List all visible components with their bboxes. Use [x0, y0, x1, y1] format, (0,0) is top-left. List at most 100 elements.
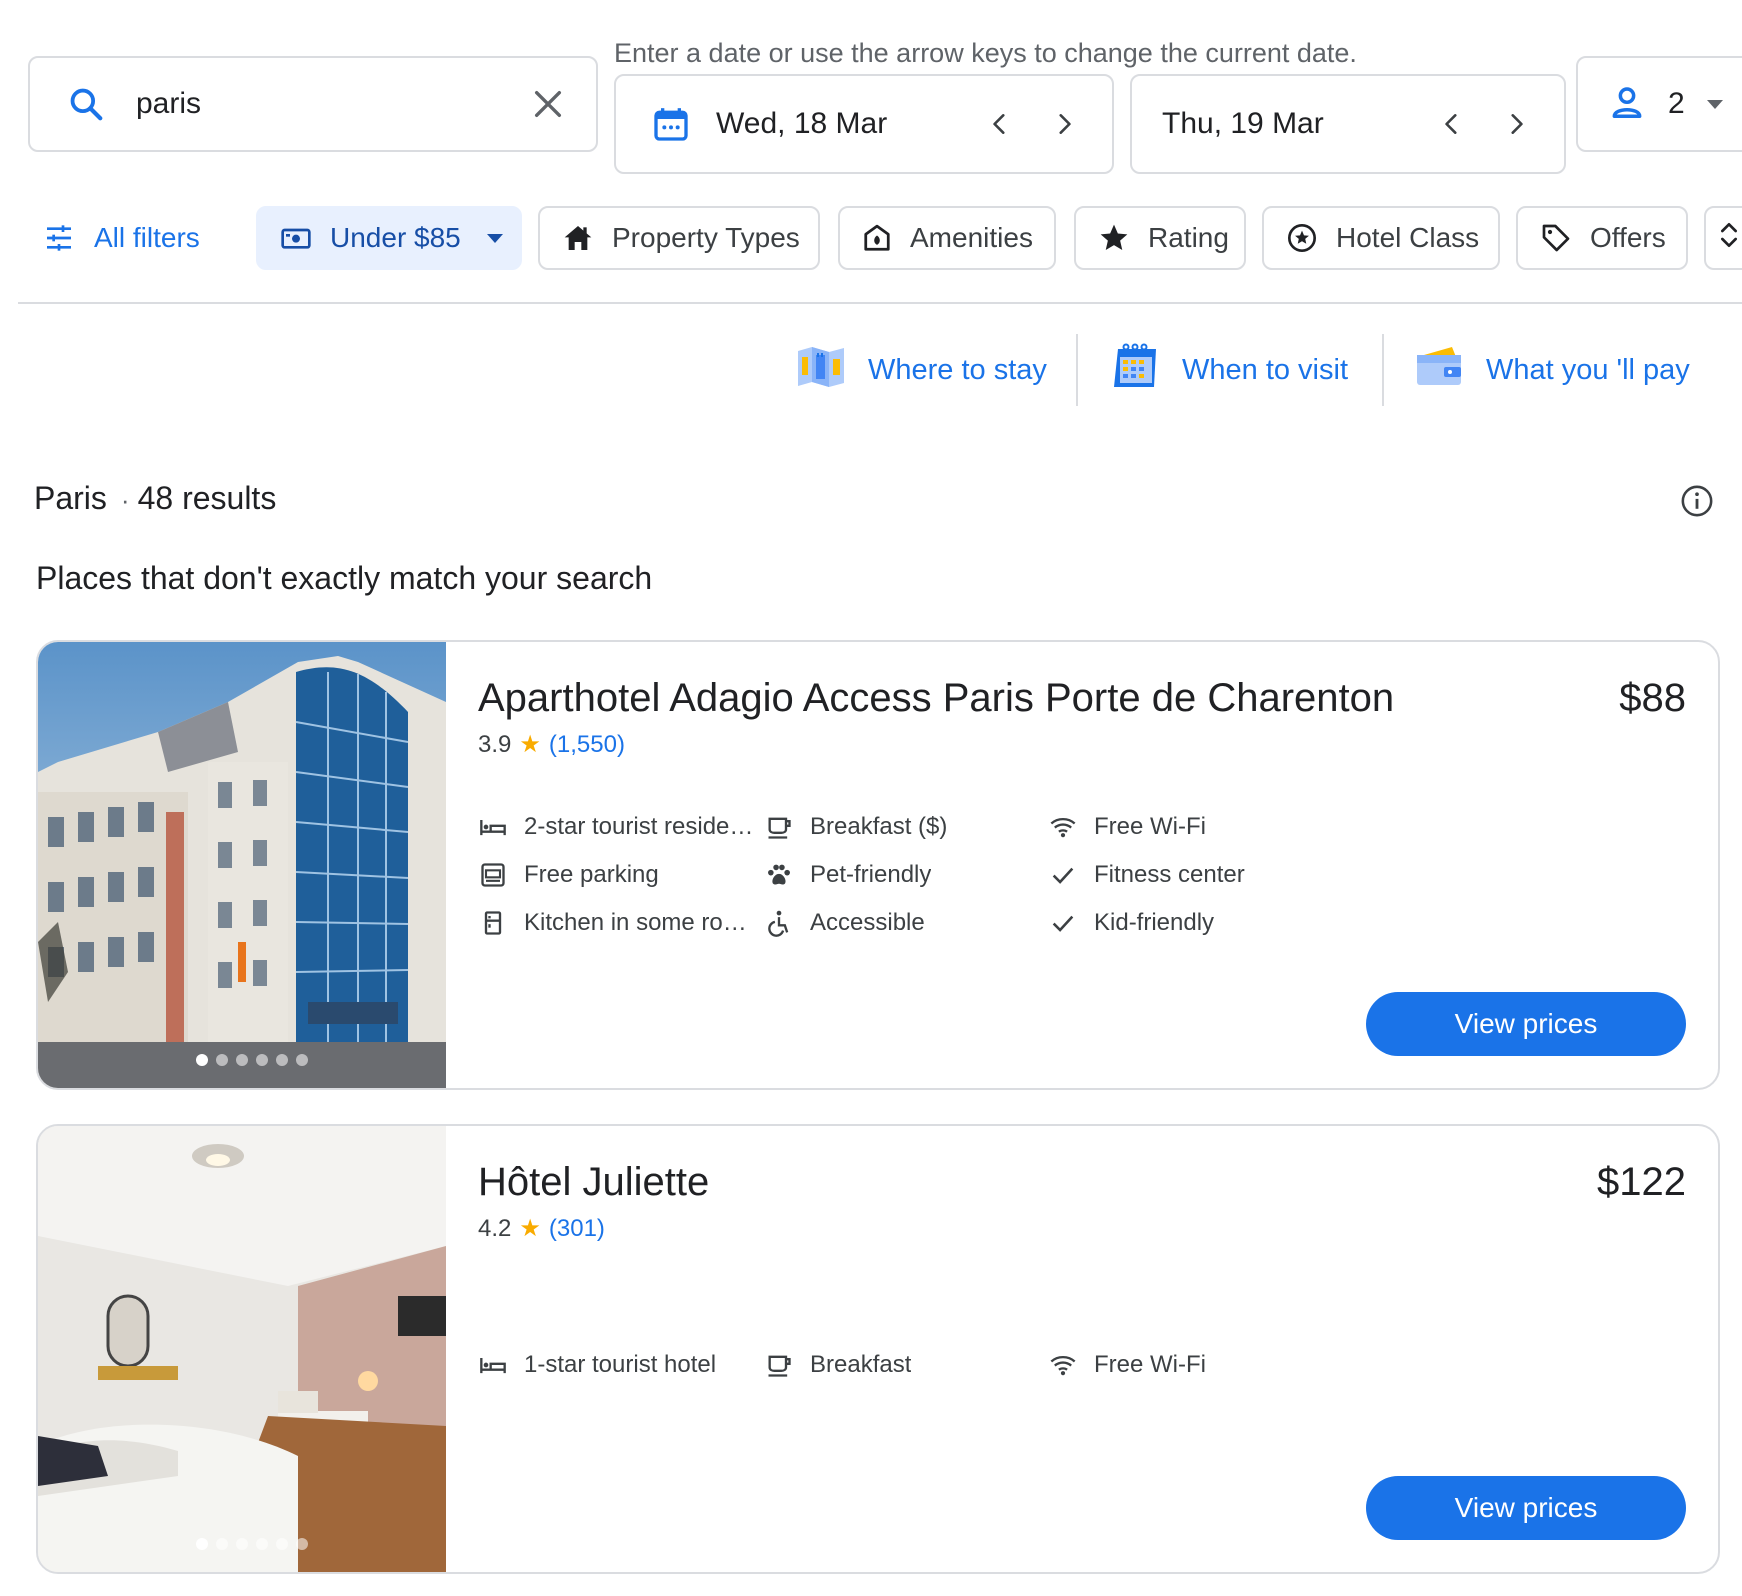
wallet-icon: [1414, 343, 1486, 397]
insight-separator: [1076, 334, 1078, 406]
tune-icon: [42, 221, 76, 255]
chevron-right-icon[interactable]: [1040, 100, 1088, 148]
caret-down-icon: [486, 233, 503, 243]
property-types-label: Property Types: [612, 222, 800, 253]
amenities-label: Amenities: [910, 222, 1033, 253]
checkout-date-value: Thu, 19 Mar: [1162, 107, 1324, 140]
map-icon: [796, 343, 868, 397]
amenity-item: Pet-friendly: [764, 860, 1024, 890]
hotel-class-label: Hotel Class: [1336, 222, 1480, 253]
search-input[interactable]: paris: [136, 87, 528, 121]
filter-bar: All filters Under $85 Property Types Ame…: [0, 206, 1742, 270]
hotel-price: $122: [1597, 1160, 1686, 1204]
info-icon[interactable]: [1680, 484, 1714, 518]
check-icon: [1048, 908, 1078, 938]
checkout-date-field[interactable]: Thu, 19 Mar: [1130, 74, 1566, 174]
all-filters-label: All filters: [94, 222, 200, 253]
when-to-visit-link[interactable]: When to visit: [1110, 334, 1348, 406]
results-location: Paris: [34, 480, 107, 516]
hotel-name[interactable]: Aparthotel Adagio Access Paris Porte de …: [478, 676, 1394, 721]
chevron-left-icon[interactable]: [1428, 100, 1476, 148]
clear-search-icon[interactable]: [528, 84, 568, 124]
hotel-photo[interactable]: [38, 1126, 446, 1572]
amenity-item: 2-star tourist residence: [478, 812, 758, 842]
offers-chip[interactable]: Offers: [1516, 206, 1688, 270]
search-icon: [66, 84, 106, 124]
amenities-icon: [862, 221, 892, 255]
amenity-item: 1-star tourist hotel: [478, 1350, 758, 1380]
amenity-item: Breakfast ($): [764, 812, 1024, 842]
home-icon: [562, 221, 594, 255]
hotel-rating: 4.2 ★ (301): [478, 1214, 605, 1243]
amenity-item: Accessible: [764, 908, 1024, 938]
what-you-pay-link[interactable]: What you 'll pay: [1414, 334, 1690, 406]
amenity-item: Breakfast: [764, 1350, 1024, 1380]
hotel-card[interactable]: Hôtel Juliette $122 4.2 ★ (301) 1-star t…: [36, 1124, 1720, 1574]
photo-carousel-dots[interactable]: [38, 1054, 446, 1066]
review-count[interactable]: (301): [549, 1215, 605, 1243]
date-hint: Enter a date or use the arrow keys to ch…: [614, 38, 1357, 68]
what-you-pay-label: What you 'll pay: [1486, 353, 1690, 386]
wifi-icon: [1048, 812, 1078, 842]
header-divider: [18, 302, 1742, 304]
hotel-class-icon: [478, 812, 508, 842]
where-to-stay-label: Where to stay: [868, 353, 1047, 386]
offers-label: Offers: [1590, 222, 1666, 253]
amenity-item: Fitness center: [1048, 860, 1348, 890]
wifi-icon: [1048, 1350, 1078, 1380]
check-icon: [1048, 860, 1078, 890]
star-icon: ★: [519, 731, 541, 758]
amenity-item: Kitchen in some rooms: [478, 908, 758, 938]
tag-icon: [1540, 221, 1572, 255]
hotel-rating: 3.9 ★ (1,550): [478, 730, 625, 759]
property-types-chip[interactable]: Property Types: [538, 206, 820, 270]
view-prices-button[interactable]: View prices: [1366, 1476, 1686, 1540]
insights-bar: Where to stay When to visit What you 'll…: [0, 334, 1742, 406]
chevron-left-icon[interactable]: [976, 100, 1024, 148]
mismatch-subheading: Places that don't exactly match your sea…: [36, 560, 653, 596]
star-icon: ★: [519, 1215, 541, 1242]
hotel-name[interactable]: Hôtel Juliette: [478, 1160, 709, 1205]
hotel-card[interactable]: Aparthotel Adagio Access Paris Porte de …: [36, 640, 1720, 1090]
sort-chip[interactable]: [1704, 206, 1742, 270]
view-prices-button[interactable]: View prices: [1366, 992, 1686, 1056]
amenities-chip[interactable]: Amenities: [838, 206, 1056, 270]
price-filter-label: Under $85: [330, 222, 461, 253]
review-count[interactable]: (1,550): [549, 731, 625, 759]
calendar-illustration-icon: [1110, 343, 1182, 397]
caret-down-icon: [1706, 99, 1723, 109]
hotel-price: $88: [1619, 676, 1686, 720]
breakfast-icon: [764, 1350, 794, 1380]
hotel-photo[interactable]: [38, 642, 446, 1088]
person-icon: [1608, 83, 1646, 126]
checkin-date-field[interactable]: Wed, 18 Mar: [614, 74, 1114, 174]
rating-chip[interactable]: Rating: [1074, 206, 1246, 270]
guests-selector[interactable]: 2: [1576, 56, 1742, 152]
search-box[interactable]: paris: [28, 56, 598, 152]
parking-icon: [478, 860, 508, 890]
rating-value: 3.9: [478, 730, 512, 758]
rating-label: Rating: [1148, 222, 1229, 253]
amenity-item: Kid-friendly: [1048, 908, 1348, 938]
amenity-item: Free Wi-Fi: [1048, 812, 1348, 842]
calendar-icon: [650, 103, 692, 145]
price-filter-chip[interactable]: Under $85: [256, 206, 522, 270]
separator-dot: ·: [120, 485, 130, 515]
chevron-right-icon[interactable]: [1492, 100, 1540, 148]
all-filters-button[interactable]: All filters: [42, 206, 200, 270]
accessible-icon: [764, 908, 794, 938]
where-to-stay-link[interactable]: Where to stay: [796, 334, 1047, 406]
money-icon: [280, 221, 312, 255]
breakfast-icon: [764, 812, 794, 842]
kitchen-icon: [478, 908, 508, 938]
hotel-class-icon: [478, 1350, 508, 1380]
insight-separator: [1382, 334, 1384, 406]
amenity-item: Free parking: [478, 860, 758, 890]
star-circle-icon: [1286, 221, 1318, 255]
star-icon: [1098, 221, 1130, 255]
checkin-date-value: Wed, 18 Mar: [716, 107, 888, 140]
results-heading: Paris · 48 results: [34, 480, 276, 517]
photo-carousel-dots[interactable]: [38, 1538, 446, 1550]
hotel-class-chip[interactable]: Hotel Class: [1262, 206, 1500, 270]
results-count: 48 results: [137, 480, 277, 516]
